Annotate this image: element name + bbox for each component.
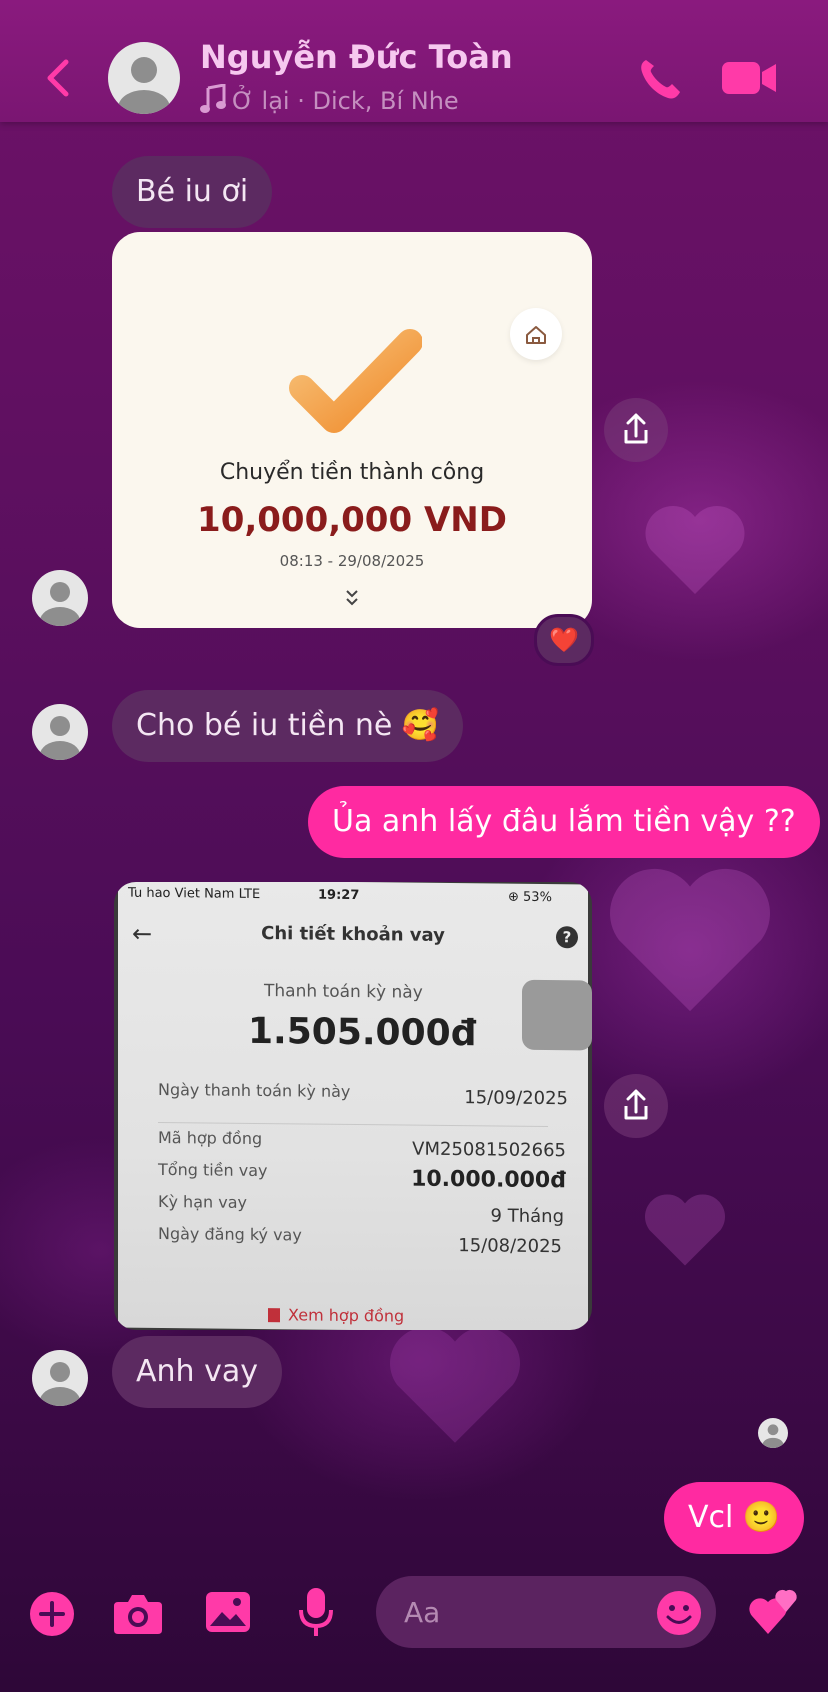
loan-row-value: 15/09/2025 <box>464 1087 568 1110</box>
default-avatar-icon <box>762 1424 784 1448</box>
loan-row-value: 15/08/2025 <box>458 1235 562 1258</box>
share-button[interactable] <box>604 1074 668 1138</box>
transfer-receipt-image[interactable]: Chuyển tiền thành công 10,000,000 VND 08… <box>112 232 592 628</box>
phone-status-bar: Tu hao Viet Nam LTE 19:27 ⊕ 53% <box>118 886 588 913</box>
share-button[interactable] <box>604 398 668 462</box>
sender-avatar[interactable] <box>32 1350 88 1406</box>
incoming-message-bubble[interactable]: Anh vay <box>112 1336 282 1408</box>
success-checkmark-icon <box>289 329 422 433</box>
loan-row-value: VM25081502665 <box>412 1138 566 1162</box>
emoji-icon[interactable] <box>656 1590 702 1636</box>
loan-row-label: Ngày thanh toán kỳ này <box>158 1079 351 1101</box>
transfer-status-title: Chuyển tiền thành công <box>219 460 485 485</box>
view-contract-text: Xem hợp đồng <box>288 1305 405 1326</box>
default-avatar-icon <box>40 1362 80 1406</box>
incoming-message-bubble[interactable]: Bé iu ơi <box>112 156 273 228</box>
contract-document-icon <box>268 1308 280 1323</box>
microphone-icon[interactable] <box>298 1586 334 1638</box>
loan-row-label: Ngày đăng ký vay <box>158 1223 302 1245</box>
outgoing-message-bubble[interactable]: Vcl 🙂 <box>664 1482 805 1554</box>
plus-circle-icon[interactable] <box>28 1590 76 1638</box>
transfer-amount: 10,000,000 VND <box>197 500 507 540</box>
background-heart-icon <box>610 868 770 1012</box>
loan-row-label: Kỳ hạn vay <box>158 1191 247 1212</box>
payment-amount: 1.505.000đ <box>248 1010 477 1055</box>
loan-details-photo[interactable]: Tu hao Viet Nam LTE 19:27 ⊕ 53% ← Chi ti… <box>114 882 592 1330</box>
carrier-text: Tu hao Viet Nam LTE <box>128 885 261 903</box>
default-avatar-icon <box>118 57 170 114</box>
back-chevron-icon[interactable] <box>38 54 78 102</box>
music-note-icon <box>200 83 226 113</box>
share-icon <box>624 1089 648 1120</box>
view-contract-link: Xem hợp đồng <box>268 1305 405 1326</box>
phone-screen: Tu hao Viet Nam LTE 19:27 ⊕ 53% ← Chi ti… <box>118 882 592 1330</box>
seen-receipt-avatar <box>758 1418 788 1448</box>
payment-label: Thanh toán kỳ này <box>264 981 423 1003</box>
heart-reaction-icon[interactable] <box>748 1586 800 1638</box>
loan-row-value: 9 Tháng <box>490 1205 564 1228</box>
loan-row-label: Tổng tiền vay <box>158 1159 268 1181</box>
share-icon <box>624 413 648 444</box>
contact-name[interactable]: Nguyễn Đức Toàn <box>200 38 513 76</box>
loan-row-value: 10.000.000đ <box>411 1166 566 1194</box>
divider <box>158 1121 548 1128</box>
help-icon: ? <box>556 926 578 949</box>
loan-row-label: Mã hợp đồng <box>158 1127 263 1149</box>
background-heart-icon <box>390 1327 520 1443</box>
phone-call-icon[interactable] <box>636 54 684 102</box>
default-avatar-icon <box>40 582 80 626</box>
now-playing-text: Ở lại · Dick, Bí Nhe <box>232 87 459 115</box>
default-avatar-icon <box>40 716 80 760</box>
video-call-icon[interactable] <box>720 58 780 98</box>
incoming-message-bubble[interactable]: Cho bé iu tiền nè 🥰 <box>112 690 464 762</box>
home-icon <box>510 308 562 360</box>
chat-header: Nguyễn Đức Toàn Ở lại · Dick, Bí Nhe <box>0 0 828 122</box>
now-playing-status: Ở lại · Dick, Bí Nhe <box>200 83 459 115</box>
sender-avatar[interactable] <box>32 570 88 626</box>
battery-text: ⊕ 53% <box>508 889 552 906</box>
gallery-image-icon[interactable] <box>204 1590 252 1634</box>
clock-text: 19:27 <box>318 887 360 904</box>
sender-avatar[interactable] <box>32 704 88 760</box>
background-heart-icon <box>645 506 745 594</box>
double-chevron-down-icon <box>346 590 358 606</box>
assistive-touch-overlay <box>522 979 592 1051</box>
heart-reaction[interactable]: ❤️ <box>534 614 594 666</box>
background-heart-icon <box>645 1194 725 1266</box>
transfer-time: 08:13 - 29/08/2025 <box>279 552 425 570</box>
outgoing-message-bubble[interactable]: Ủa anh lấy đâu lắm tiền vậy ?? <box>308 786 820 858</box>
camera-icon[interactable] <box>112 1590 164 1636</box>
loan-screen-title: Chi tiết khoản vay <box>261 923 445 946</box>
contact-avatar[interactable] <box>108 42 180 114</box>
